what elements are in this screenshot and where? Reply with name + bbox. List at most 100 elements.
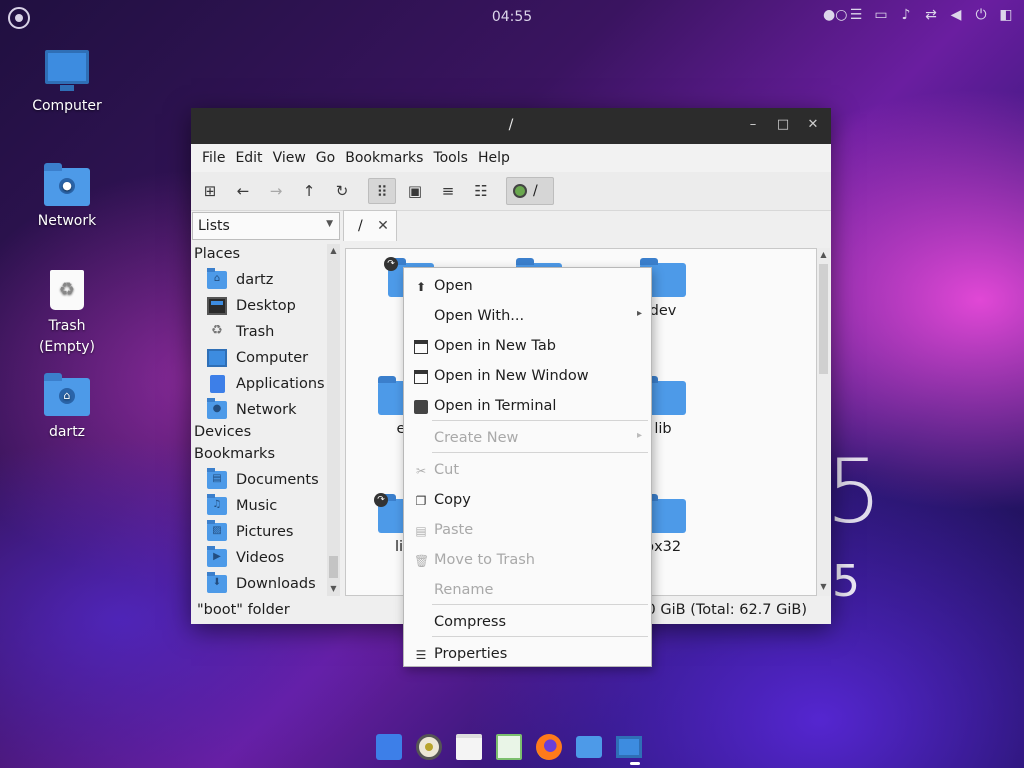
sidebar-item-applications[interactable]: Applications xyxy=(192,374,328,398)
desktop-icon-computer[interactable]: Computer xyxy=(17,50,117,117)
pictures-folder-icon: ▨ xyxy=(207,520,227,541)
menu-item-copy[interactable]: ❐ Copy xyxy=(405,486,650,514)
sidebar-scrollbar[interactable]: ▲ ▼ xyxy=(327,244,340,596)
show-desktop-icon[interactable]: ◧ xyxy=(998,7,1014,23)
menu-edit[interactable]: Edit xyxy=(230,144,267,172)
status-disk-space: .0 GiB (Total: 62.7 GiB) xyxy=(641,602,807,618)
desktop-icon-label: Network xyxy=(37,213,97,229)
desktop-icon[interactable] xyxy=(616,736,642,758)
menu-go[interactable]: Go xyxy=(311,144,340,172)
menu-item-compress[interactable]: Compress xyxy=(405,608,650,636)
menu-item-label: Cut xyxy=(434,462,459,478)
menu-item-properties[interactable]: ☰ Properties xyxy=(405,640,650,668)
menu-help[interactable]: Help xyxy=(473,144,515,172)
menu-tools[interactable]: Tools xyxy=(428,144,473,172)
workspace-switcher-icon[interactable]: ●○ xyxy=(823,7,847,23)
folder-icon[interactable]: ▭ xyxy=(873,7,889,23)
power-icon[interactable]: ⏻ xyxy=(973,7,989,23)
firefox-icon[interactable] xyxy=(536,734,562,760)
sidebar-item-label: Pictures xyxy=(236,524,294,540)
tab-root[interactable]: / ✕ xyxy=(343,210,397,241)
sidebar-item-music[interactable]: ♫ Music xyxy=(192,494,328,520)
menu-item-label: Open xyxy=(434,278,473,294)
sidebar-header-bookmarks: Bookmarks xyxy=(194,446,276,462)
detailed-list-icon[interactable]: ☷ xyxy=(467,178,495,204)
menu-item-open-new-window[interactable]: Open in New Window xyxy=(405,362,650,390)
sidebar-item-computer[interactable]: Computer xyxy=(192,348,328,372)
scroll-down-icon[interactable]: ▼ xyxy=(817,582,830,591)
tab-label: / xyxy=(358,218,363,234)
desktop-icon xyxy=(207,297,227,315)
side-pane-mode-select[interactable]: Lists ▼ xyxy=(192,212,340,240)
notification-bell-icon[interactable]: ♪ xyxy=(898,7,914,23)
compact-view-icon[interactable]: ≡ xyxy=(434,178,462,204)
sidebar-item-downloads[interactable]: ⬇ Downloads xyxy=(192,572,328,598)
scroll-down-icon[interactable]: ▼ xyxy=(327,584,340,593)
applications-icon[interactable] xyxy=(376,734,402,760)
window-titlebar[interactable]: / – □ ✕ xyxy=(191,108,831,144)
menu-item-label: Open in Terminal xyxy=(434,398,557,414)
task-list-icon[interactable]: ☰ xyxy=(848,7,864,23)
file-view-scrollbar[interactable]: ▲ ▼ xyxy=(817,248,830,596)
sidebar-item-dartz[interactable]: ⌂ dartz xyxy=(192,268,328,294)
network-folder-icon: ● xyxy=(44,163,90,206)
back-arrow-icon[interactable]: ← xyxy=(229,178,257,204)
icon-view-icon[interactable]: ⠿ xyxy=(368,178,396,204)
submenu-arrow-icon: ▸ xyxy=(636,430,642,441)
file-manager-icon[interactable] xyxy=(576,736,602,758)
volume-icon[interactable]: ◀ xyxy=(948,7,964,23)
sidebar-item-trash[interactable]: ♻ Trash xyxy=(192,322,328,346)
menu-item-open[interactable]: ⬆ Open xyxy=(405,272,650,300)
new-tab-icon[interactable]: ⊞ xyxy=(196,178,224,204)
desktop-icon-network[interactable]: ● Network xyxy=(17,163,117,232)
menu-item-open-terminal[interactable]: Open in Terminal xyxy=(405,392,650,420)
menu-item-label: Rename xyxy=(434,582,494,598)
menu-item-create-new[interactable]: Create New ▸ xyxy=(405,424,650,452)
menu-item-label: Compress xyxy=(434,614,506,630)
media-player-icon[interactable] xyxy=(416,734,442,760)
desktop-icon-home[interactable]: ⌂ dartz xyxy=(17,373,117,443)
menu-item-open-with[interactable]: Open With... ▸ xyxy=(405,302,650,330)
sidebar-item-network[interactable]: ● Network xyxy=(192,398,328,424)
menu-item-move-to-trash[interactable]: 🗑 Move to Trash xyxy=(405,546,650,574)
forward-arrow-icon[interactable]: → xyxy=(262,178,290,204)
spreadsheet-icon[interactable] xyxy=(496,734,522,760)
sidebar-item-label: dartz xyxy=(236,272,274,288)
menu-bookmarks[interactable]: Bookmarks xyxy=(340,144,428,172)
toolbar: ⊞ ← → ↑ ↻ ⠿ ▣ ≡ ☷ / xyxy=(191,172,831,211)
text-editor-icon[interactable] xyxy=(456,734,482,760)
sidebar-item-documents[interactable]: ▤ Documents xyxy=(192,468,328,494)
maximize-icon[interactable]: □ xyxy=(775,117,791,133)
scrollbar-thumb[interactable] xyxy=(819,264,828,374)
sidebar-item-pictures[interactable]: ▨ Pictures xyxy=(192,520,328,546)
sidebar-item-label: Computer xyxy=(236,350,309,366)
scroll-up-icon[interactable]: ▲ xyxy=(327,246,340,255)
desktop-icon-sublabel: (Empty) xyxy=(38,339,96,355)
sidebar-item-desktop[interactable]: Desktop xyxy=(192,296,328,320)
menu-item-cut[interactable]: ✂ Cut xyxy=(405,456,650,484)
close-icon[interactable]: ✕ xyxy=(805,117,821,133)
window-title: / xyxy=(508,117,514,133)
upload-arrow-icon: ⬆ xyxy=(415,280,427,294)
sidebar-header-devices[interactable]: Devices xyxy=(194,424,330,448)
new-tab-icon xyxy=(414,340,428,354)
path-button-root[interactable]: / xyxy=(506,177,554,205)
menu-item-open-new-tab[interactable]: Open in New Tab xyxy=(405,332,650,360)
menu-item-rename[interactable]: Rename xyxy=(405,576,650,604)
scroll-up-icon[interactable]: ▲ xyxy=(817,250,830,259)
desktop-icon-trash[interactable]: Trash (Empty) xyxy=(17,270,117,358)
up-arrow-icon[interactable]: ↑ xyxy=(295,178,323,204)
reload-icon[interactable]: ↻ xyxy=(328,178,356,204)
scissors-icon: ✂ xyxy=(415,464,427,478)
menu-item-paste[interactable]: ▤ Paste xyxy=(405,516,650,544)
menu-file[interactable]: File xyxy=(197,144,230,172)
scrollbar-thumb[interactable] xyxy=(329,556,338,578)
menu-view[interactable]: View xyxy=(268,144,311,172)
tab-close-icon[interactable]: ✕ xyxy=(377,218,389,234)
network-arrows-icon[interactable]: ⇄ xyxy=(923,7,939,23)
thumbnail-view-icon[interactable]: ▣ xyxy=(401,178,429,204)
sidebar-item-label: Downloads xyxy=(236,576,316,592)
sidebar-item-videos[interactable]: ▶ Videos xyxy=(192,546,328,572)
minimize-icon[interactable]: – xyxy=(745,117,761,133)
desktop-icon-label: Trash xyxy=(48,318,86,334)
